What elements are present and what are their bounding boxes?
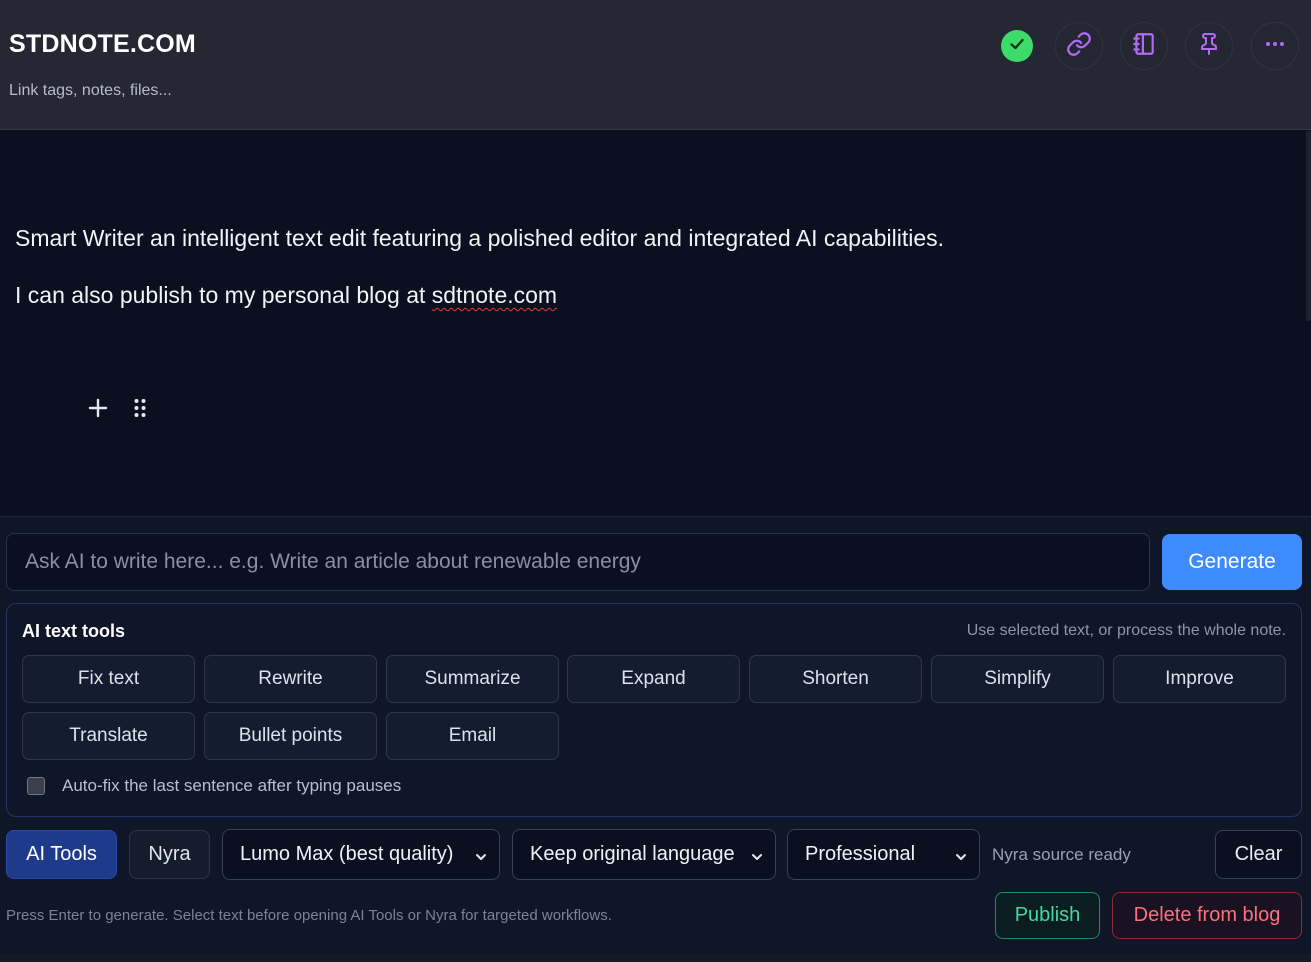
notebook-button[interactable] [1120,22,1168,70]
add-block-button[interactable] [86,397,110,423]
more-options-button[interactable] [1251,22,1299,70]
footer-hint: Press Enter to generate. Select text bef… [6,907,612,924]
chevron-down-icon [954,847,968,870]
expand-button[interactable]: Expand [567,655,740,703]
sync-status-indicator [1001,30,1033,62]
ai-tools-tab[interactable]: AI Tools [6,830,117,879]
generate-button[interactable]: Generate [1162,534,1302,590]
tools-hint: Use selected text, or process the whole … [966,622,1286,639]
ai-prompt-input[interactable] [6,533,1150,591]
notebook-icon [1131,31,1157,62]
blog-link-text[interactable]: sdtnote.com [432,282,557,308]
link-icon [1066,31,1092,62]
tools-title: AI text tools [22,621,126,641]
plus-icon [88,398,108,423]
translate-button[interactable]: Translate [22,712,195,760]
nyra-tab[interactable]: Nyra [129,830,210,879]
clear-button[interactable]: Clear [1215,830,1302,879]
shorten-button[interactable]: Shorten [749,655,922,703]
delete-from-blog-button[interactable]: Delete from blog [1112,892,1302,939]
editor-paragraph[interactable]: Smart Writer an intelligent text edit fe… [15,225,944,252]
check-icon [1008,35,1026,58]
bullet-points-button[interactable]: Bullet points [204,712,377,760]
publish-button[interactable]: Publish [995,892,1100,939]
fix-text-button[interactable]: Fix text [22,655,195,703]
drag-grip-icon [133,398,147,423]
link-tags-input[interactable] [9,82,409,100]
rewrite-button[interactable]: Rewrite [204,655,377,703]
autofix-label: Auto-fix the last sentence after typing … [62,776,402,795]
editor-paragraph[interactable]: I can also publish to my personal blog a… [15,282,557,309]
model-select-value: Lumo Max (best quality) [240,843,454,865]
improve-button[interactable]: Improve [1113,655,1286,703]
link-button[interactable] [1055,22,1103,70]
email-button[interactable]: Email [386,712,559,760]
header-bar: STDNOTE.COM [0,0,1311,130]
ai-text-tools-panel: AI text tools Use selected text, or proc… [6,603,1302,817]
tone-select-value: Professional [805,843,916,865]
autofix-checkbox[interactable] [27,777,45,795]
drag-handle[interactable] [128,397,152,423]
editor-scrollbar[interactable] [1306,131,1311,321]
pin-icon [1197,32,1221,61]
note-editor[interactable]: Smart Writer an intelligent text edit fe… [0,131,1311,516]
model-select[interactable]: Lumo Max (best quality) [222,829,500,880]
chevron-down-icon [474,847,488,870]
pin-button[interactable] [1185,22,1233,70]
ai-panel: Generate AI text tools Use selected text… [0,516,1311,962]
summarize-button[interactable]: Summarize [386,655,559,703]
autofix-option[interactable]: Auto-fix the last sentence after typing … [27,776,401,796]
more-horizontal-icon [1263,32,1287,61]
language-select[interactable]: Keep original language [512,829,776,880]
nyra-status-text: Nyra source ready [992,845,1131,864]
language-select-value: Keep original language [530,843,735,865]
tone-select[interactable]: Professional [787,829,980,880]
simplify-button[interactable]: Simplify [931,655,1104,703]
chevron-down-icon [750,847,764,870]
editor-paragraph-text: I can also publish to my personal blog a… [15,282,432,308]
app-title: STDNOTE.COM [9,30,196,58]
